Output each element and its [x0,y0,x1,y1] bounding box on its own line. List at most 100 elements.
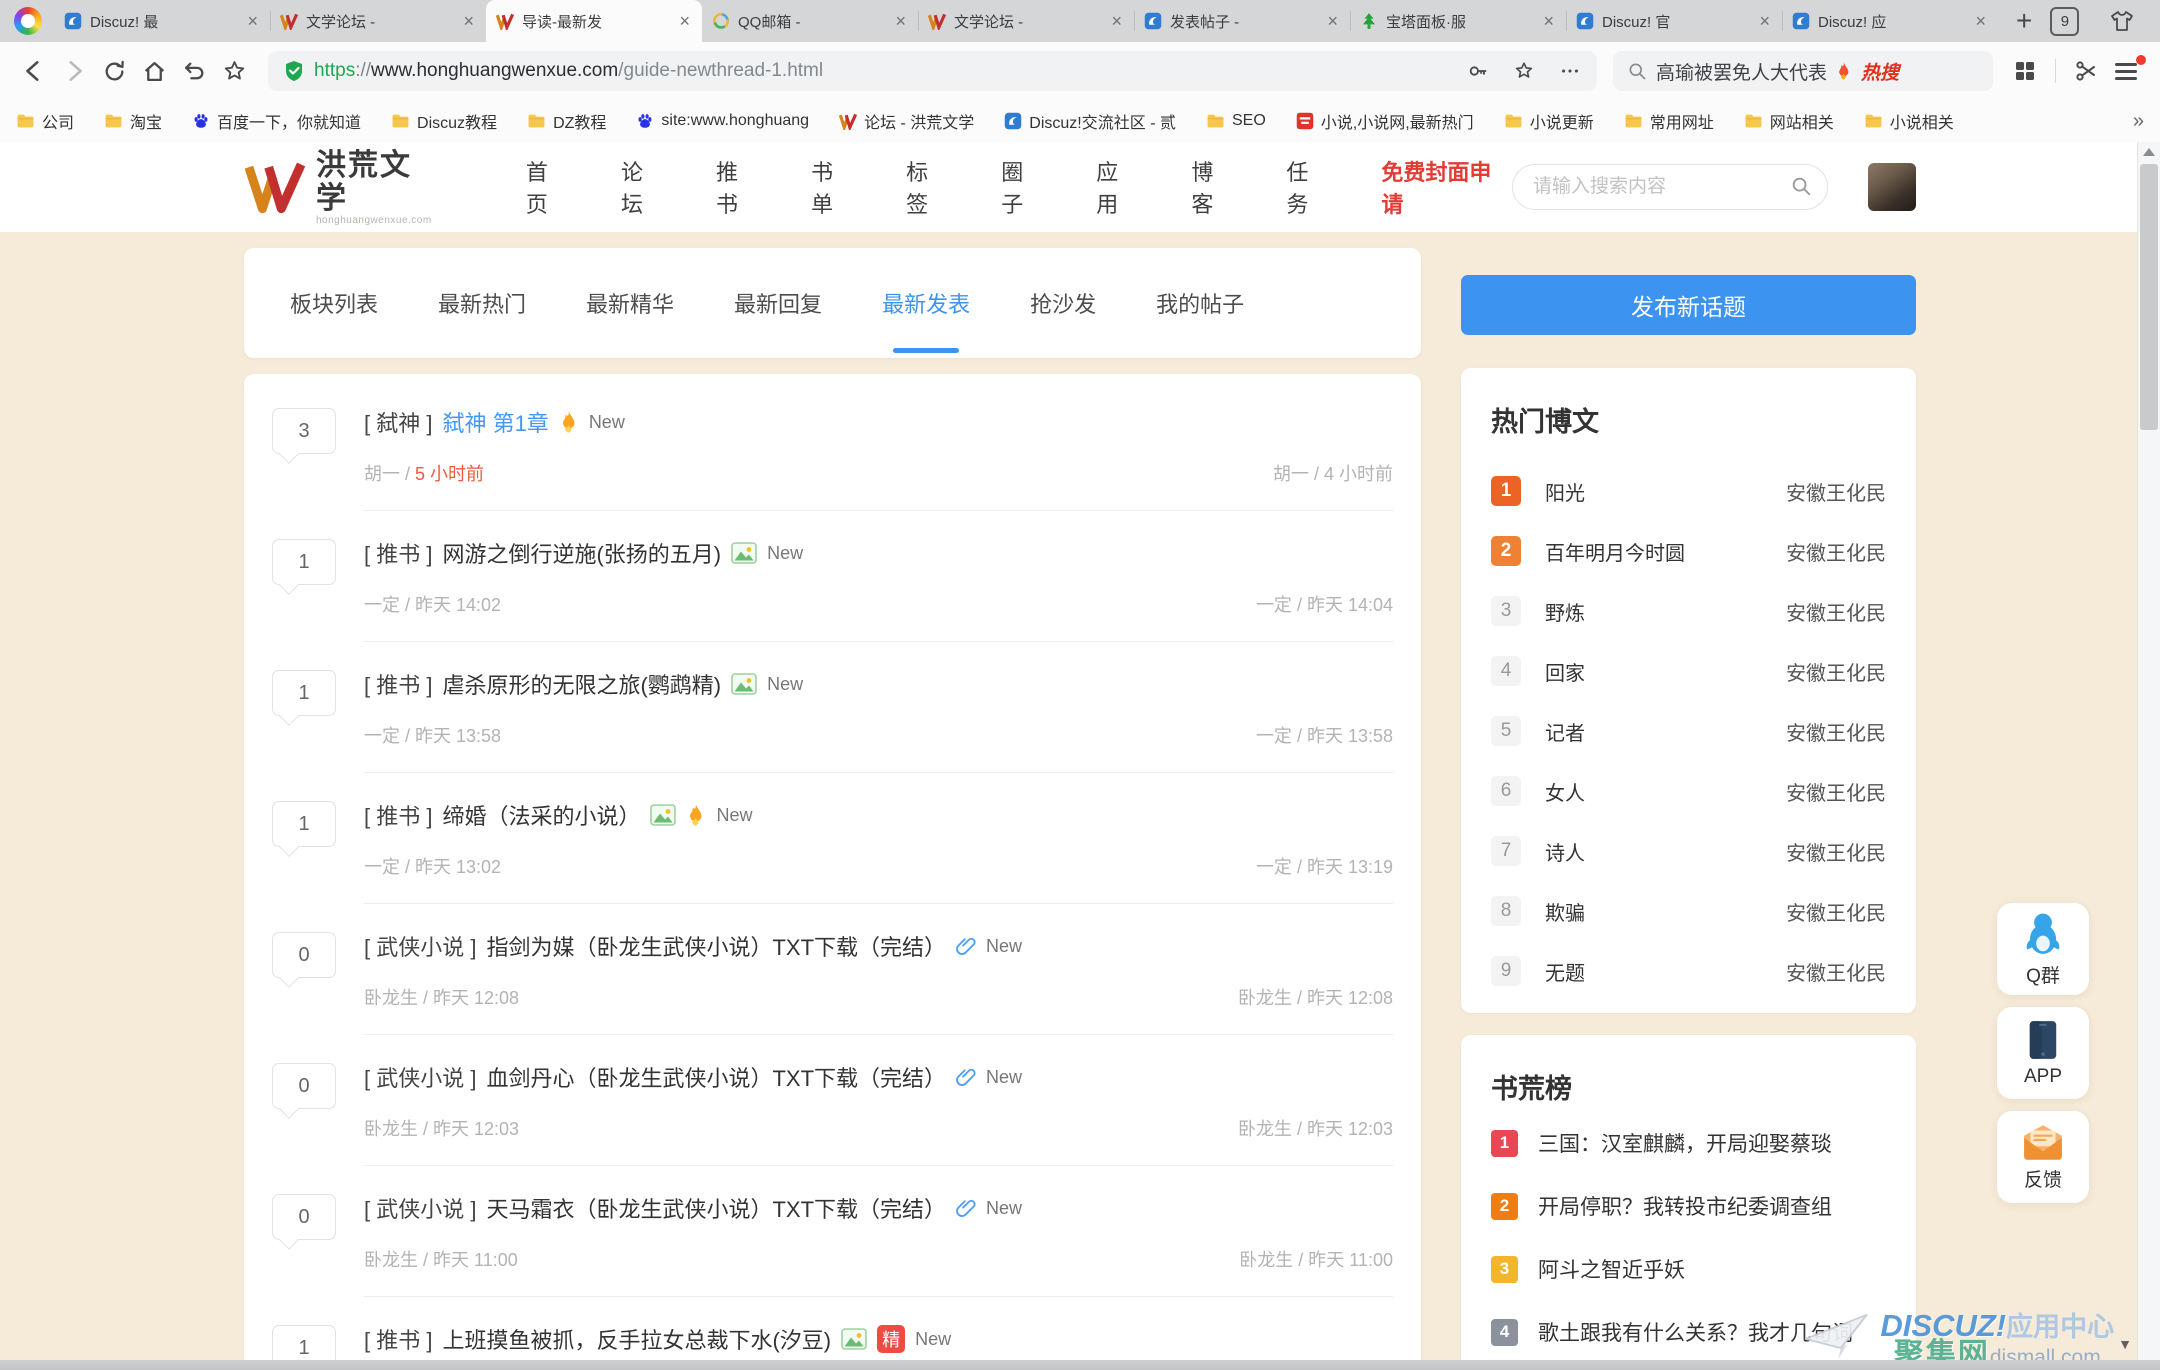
blog-author[interactable]: 安徽王化民 [1786,657,1886,686]
forum-tab[interactable]: 我的帖子 [1156,248,1244,358]
bookmark-item[interactable]: 淘宝 [104,109,162,133]
forum-tab[interactable]: 最新热门 [438,248,526,358]
thread-category[interactable]: [ 推书 ] [364,1323,432,1355]
blog-title[interactable]: 记者 [1545,717,1786,746]
blog-title[interactable]: 欺骗 [1545,897,1786,926]
nav-item[interactable]: 博客 [1191,155,1234,219]
tab-count-badge[interactable]: 9 [2050,7,2079,36]
forum-tab[interactable]: 抢沙发 [1030,248,1096,358]
screenshot-scissors-icon[interactable] [2068,53,2104,89]
bookmarks-overflow-chevron[interactable]: » [2133,110,2144,133]
book-title[interactable]: 三国：汉室麒麟，开局迎娶蔡琰 [1538,1128,1832,1158]
lastpost-author[interactable]: 一定 [1256,857,1292,877]
float-qq-group-button[interactable]: Q群 [1997,903,2089,995]
thread-author[interactable]: 卧龙生 [364,988,418,1008]
hot-blog-item[interactable]: 6女人安徽王化民 [1491,761,1886,821]
back-icon[interactable] [16,53,52,89]
blog-author[interactable]: 安徽王化民 [1786,777,1886,806]
nav-item[interactable]: 推书 [716,155,759,219]
browser-tab[interactable]: 宝塔面板·服× [1350,0,1566,42]
blog-author[interactable]: 安徽王化民 [1786,957,1886,986]
tab-close-icon[interactable]: × [245,11,260,32]
browser-tab[interactable]: 导读-最新发× [486,0,702,42]
bookmark-item[interactable]: 百度一下，你就知道 [192,109,361,133]
scrollbar-thumb[interactable] [2140,164,2158,430]
thread-title[interactable]: 指剑为媒（卧龙生武侠小说）TXT下载（完结） [486,930,946,962]
undo-icon[interactable] [176,53,212,89]
lastpost-author[interactable]: 胡一 [1273,464,1309,484]
thread-author[interactable]: 卧龙生 [364,1119,418,1139]
bookmark-item[interactable]: SEO [1206,112,1266,130]
thread-category[interactable]: [ 推书 ] [364,537,432,569]
tab-close-icon[interactable]: × [1757,11,1772,32]
thread-category[interactable]: [ 弑神 ] [364,406,432,438]
apps-grid-icon[interactable] [2007,53,2043,89]
bookmark-item[interactable]: site:www.honghuang [636,112,809,130]
url-text[interactable]: https://www.honghuangwenxue.com/guide-ne… [314,60,1443,82]
thread-author[interactable]: 卧龙生 [364,1250,418,1270]
forum-tab[interactable]: 最新回复 [734,248,822,358]
book-rank-item[interactable]: 3阿斗之智近乎妖 [1491,1254,1886,1284]
bookmark-item[interactable]: 常用网址 [1624,109,1714,133]
nav-item[interactable]: 任务 [1286,155,1329,219]
blog-title[interactable]: 百年明月今时圆 [1545,537,1786,566]
site-logo[interactable]: 洪荒文学 honghuangwenxue.com [244,149,442,226]
page-scrollbar[interactable] [2137,142,2160,1360]
browser-tab[interactable]: Discuz! 官× [1566,0,1782,42]
nav-item[interactable]: 书单 [811,155,854,219]
browser-tab[interactable]: Discuz! 应× [1782,0,1998,42]
forward-icon[interactable] [56,53,92,89]
thread-title[interactable]: 天马霜衣（卧龙生武侠小说）TXT下载（完结） [486,1192,946,1224]
bookmark-item[interactable]: 公司 [16,109,74,133]
bookmark-item[interactable]: 网站相关 [1744,109,1834,133]
tab-close-icon[interactable]: × [1325,11,1340,32]
thread-category[interactable]: [ 武侠小说 ] [364,1061,476,1093]
hot-blog-item[interactable]: 1阳光安徽王化民 [1491,461,1886,521]
hot-blog-item[interactable]: 3野炼安徽王化民 [1491,581,1886,641]
hot-blog-item[interactable]: 2百年明月今时圆安徽王化民 [1491,521,1886,581]
blog-author[interactable]: 安徽王化民 [1786,597,1886,626]
tab-close-icon[interactable]: × [1541,11,1556,32]
site-search-input[interactable] [1512,164,1828,210]
nav-item[interactable]: 应用 [1096,155,1139,219]
tab-close-icon[interactable]: × [893,11,908,32]
nav-item[interactable]: 论坛 [621,155,664,219]
float-app-button[interactable]: APP [1997,1007,2089,1099]
forum-tab[interactable]: 最新发表 [882,248,970,358]
book-rank-item[interactable]: 2开局停职？我转投市纪委调查组 [1491,1191,1886,1221]
thread-author[interactable]: 一定 [364,857,400,877]
blog-author[interactable]: 安徽王化民 [1786,537,1886,566]
float-feedback-button[interactable]: 反馈 [1997,1111,2089,1203]
lastpost-author[interactable]: 一定 [1256,726,1292,746]
browser-tab[interactable]: 文学论坛 -× [270,0,486,42]
blog-title[interactable]: 回家 [1545,657,1786,686]
lastpost-author[interactable]: 卧龙生 [1239,1250,1293,1270]
hot-blog-item[interactable]: 8欺骗安徽王化民 [1491,881,1886,941]
forum-tab[interactable]: 板块列表 [290,248,378,358]
forum-tab[interactable]: 最新精华 [586,248,674,358]
home-icon[interactable] [136,53,172,89]
thread-category[interactable]: [ 推书 ] [364,799,432,831]
bookmark-item[interactable]: Discuz教程 [391,109,497,133]
thread-title[interactable]: 虐杀原形的无限之旅(鹦鹉精) [442,668,721,700]
blog-title[interactable]: 诗人 [1545,837,1786,866]
thread-category[interactable]: [ 推书 ] [364,668,432,700]
collect-star-icon[interactable] [216,53,252,89]
thread-author[interactable]: 一定 [364,726,400,746]
blog-title[interactable]: 阳光 [1545,477,1786,506]
bookmark-item[interactable]: Discuz!交流社区 - 贰 [1004,109,1176,133]
hot-search-text[interactable]: 高瑜被罢免人大代表 [1656,58,1827,85]
book-title[interactable]: 阿斗之智近乎妖 [1538,1254,1685,1284]
tab-close-icon[interactable]: × [1109,11,1124,32]
hot-blog-item[interactable]: 4回家安徽王化民 [1491,641,1886,701]
blog-author[interactable]: 安徽王化民 [1786,717,1886,746]
browser-tab[interactable]: 文学论坛 -× [918,0,1134,42]
password-key-icon[interactable] [1467,60,1489,82]
book-rank-item[interactable]: 1三国：汉室麒麟，开局迎娶蔡琰 [1491,1128,1886,1158]
nav-item[interactable]: 圈子 [1001,155,1044,219]
thread-title[interactable]: 网游之倒行逆施(张扬的五月) [442,537,721,569]
blog-title[interactable]: 女人 [1545,777,1786,806]
thread-category[interactable]: [ 武侠小说 ] [364,1192,476,1224]
thread-author[interactable]: 一定 [364,595,400,615]
bookmark-item[interactable]: 小说更新 [1504,109,1594,133]
